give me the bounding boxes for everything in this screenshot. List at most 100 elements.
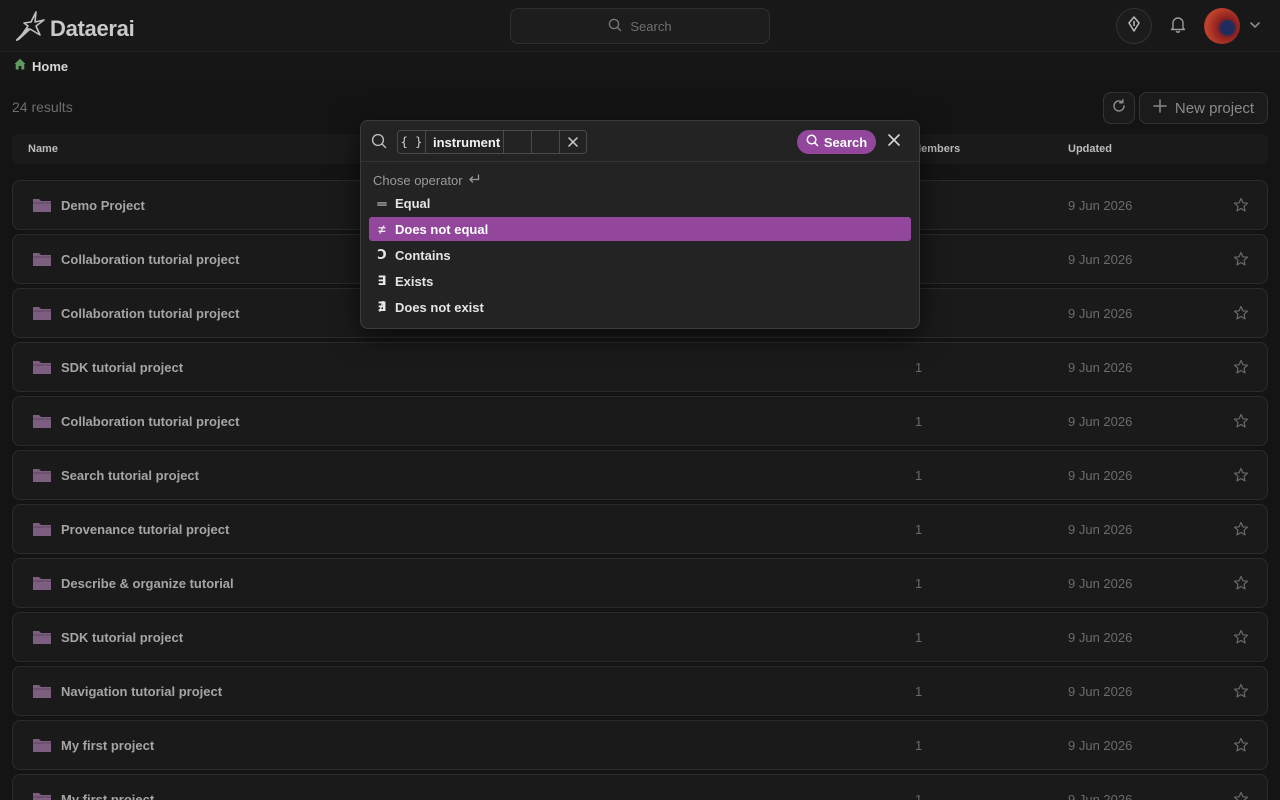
advanced-search-dialog: { } instrument Search Chose operator ═ Eq… [360, 120, 920, 329]
project-updated: 9 Jun 2026 [1068, 360, 1133, 375]
project-name[interactable]: Demo Project [61, 198, 145, 213]
home-icon [13, 57, 27, 76]
close-dialog-button[interactable] [887, 133, 901, 152]
folder-icon [32, 197, 52, 218]
filter-operator-slot[interactable] [504, 131, 532, 153]
not-equal-icon: ≠ [378, 221, 386, 237]
project-name[interactable]: Collaboration tutorial project [61, 252, 239, 267]
project-members: 1 [915, 360, 923, 375]
search-submit-button[interactable]: Search [797, 130, 876, 154]
project-updated: 9 Jun 2026 [1068, 576, 1133, 591]
project-updated: 9 Jun 2026 [1068, 252, 1133, 267]
chevron-down-icon[interactable] [1248, 18, 1262, 37]
logo-icon [14, 9, 48, 48]
project-name[interactable]: My first project [61, 738, 154, 753]
project-name[interactable]: Search tutorial project [61, 468, 199, 483]
folder-icon [32, 251, 52, 272]
not-exists-icon: ∄ [377, 299, 387, 314]
filter-key[interactable]: instrument [426, 131, 504, 153]
star-icon[interactable] [1233, 629, 1249, 650]
operator-option[interactable]: ═ Equal [369, 191, 911, 215]
project-updated: 9 Jun 2026 [1068, 522, 1133, 537]
project-name[interactable]: Provenance tutorial project [61, 522, 229, 537]
exists-icon: ∃ [377, 273, 387, 288]
enter-key-icon [467, 173, 481, 188]
equal-icon: ═ [377, 195, 387, 211]
bell-icon [1169, 15, 1187, 38]
operator-title-text: Chose operator [373, 173, 463, 188]
breadcrumb-home-link[interactable]: Home [32, 59, 68, 74]
operator-label: Contains [395, 247, 451, 263]
search-icon [371, 133, 387, 154]
provenance-button[interactable] [1116, 8, 1152, 44]
search-submit-label: Search [823, 134, 868, 150]
star-icon[interactable] [1233, 413, 1249, 434]
table-row[interactable]: Navigation tutorial project 1 9 Jun 2026 [12, 666, 1268, 716]
app-name: Dataerai [50, 15, 135, 41]
filter-value-slot[interactable] [532, 131, 560, 153]
project-updated: 9 Jun 2026 [1068, 738, 1133, 753]
star-icon[interactable] [1233, 791, 1249, 800]
operator-label: Does not equal [395, 221, 489, 237]
new-project-button[interactable]: New project [1139, 92, 1268, 124]
star-icon[interactable] [1233, 737, 1249, 758]
project-name[interactable]: Describe & organize tutorial [61, 576, 234, 591]
table-row[interactable]: My first project 1 9 Jun 2026 [12, 720, 1268, 770]
table-row[interactable]: Search tutorial project 1 9 Jun 2026 [12, 450, 1268, 500]
project-updated: 9 Jun 2026 [1068, 684, 1133, 699]
project-name[interactable]: Navigation tutorial project [61, 684, 222, 699]
folder-icon [32, 683, 52, 704]
metadata-braces-icon: { } [398, 131, 426, 153]
operator-menu-title: Chose operator [373, 173, 481, 188]
table-row[interactable]: Describe & organize tutorial 1 9 Jun 2026 [12, 558, 1268, 608]
project-name[interactable]: SDK tutorial project [61, 630, 183, 645]
operator-label: Does not exist [395, 299, 484, 315]
table-row[interactable]: Collaboration tutorial project 1 9 Jun 202… [12, 396, 1268, 446]
folder-icon [32, 791, 52, 800]
contains-icon: Ↄ [377, 247, 387, 262]
folder-icon [32, 305, 52, 326]
project-updated: 9 Jun 2026 [1068, 414, 1133, 429]
app-logo[interactable]: Dataerai [14, 9, 135, 48]
project-members: 1 [915, 576, 923, 591]
star-icon[interactable] [1233, 305, 1249, 326]
project-updated: 9 Jun 2026 [1068, 198, 1133, 213]
pencil-icon [1125, 15, 1143, 38]
column-header-name[interactable]: Name [28, 143, 58, 155]
project-name[interactable]: Collaboration tutorial project [61, 306, 239, 321]
notifications-button[interactable] [1160, 8, 1196, 44]
project-name[interactable]: My first project [61, 792, 154, 800]
star-icon[interactable] [1233, 251, 1249, 272]
project-name[interactable]: Collaboration tutorial project [61, 414, 239, 429]
star-icon[interactable] [1233, 467, 1249, 488]
user-avatar[interactable] [1204, 8, 1240, 44]
star-icon[interactable] [1233, 575, 1249, 596]
search-icon [608, 18, 622, 35]
operator-option[interactable]: ∃ Exists [369, 269, 911, 293]
project-members: 1 [915, 684, 923, 699]
filter-chip[interactable]: { } instrument [397, 130, 587, 154]
close-icon [568, 137, 578, 147]
table-row[interactable]: SDK tutorial project 1 9 Jun 2026 [12, 342, 1268, 392]
global-search-input[interactable]: Search [510, 8, 770, 44]
star-icon[interactable] [1233, 197, 1249, 218]
operator-option[interactable]: ∄ Does not exist [369, 295, 911, 319]
operator-label: Exists [395, 273, 434, 289]
folder-icon [32, 629, 52, 650]
operator-option[interactable]: ≠ Does not equal [369, 217, 911, 241]
table-row[interactable]: My first project 1 9 Jun 2026 [12, 774, 1268, 800]
table-row[interactable]: Provenance tutorial project 1 9 Jun 2026 [12, 504, 1268, 554]
search-placeholder: Search [630, 18, 672, 34]
project-members: 1 [915, 738, 923, 753]
remove-filter-button[interactable] [560, 131, 586, 153]
star-icon[interactable] [1233, 359, 1249, 380]
refresh-button[interactable] [1103, 92, 1135, 124]
project-updated: 9 Jun 2026 [1068, 630, 1133, 645]
project-members: 1 [915, 792, 923, 800]
column-header-updated[interactable]: Updated [1068, 143, 1112, 155]
table-row[interactable]: SDK tutorial project 1 9 Jun 2026 [12, 612, 1268, 662]
project-name[interactable]: SDK tutorial project [61, 360, 183, 375]
operator-option[interactable]: Ↄ Contains [369, 243, 911, 267]
star-icon[interactable] [1233, 521, 1249, 542]
star-icon[interactable] [1233, 683, 1249, 704]
